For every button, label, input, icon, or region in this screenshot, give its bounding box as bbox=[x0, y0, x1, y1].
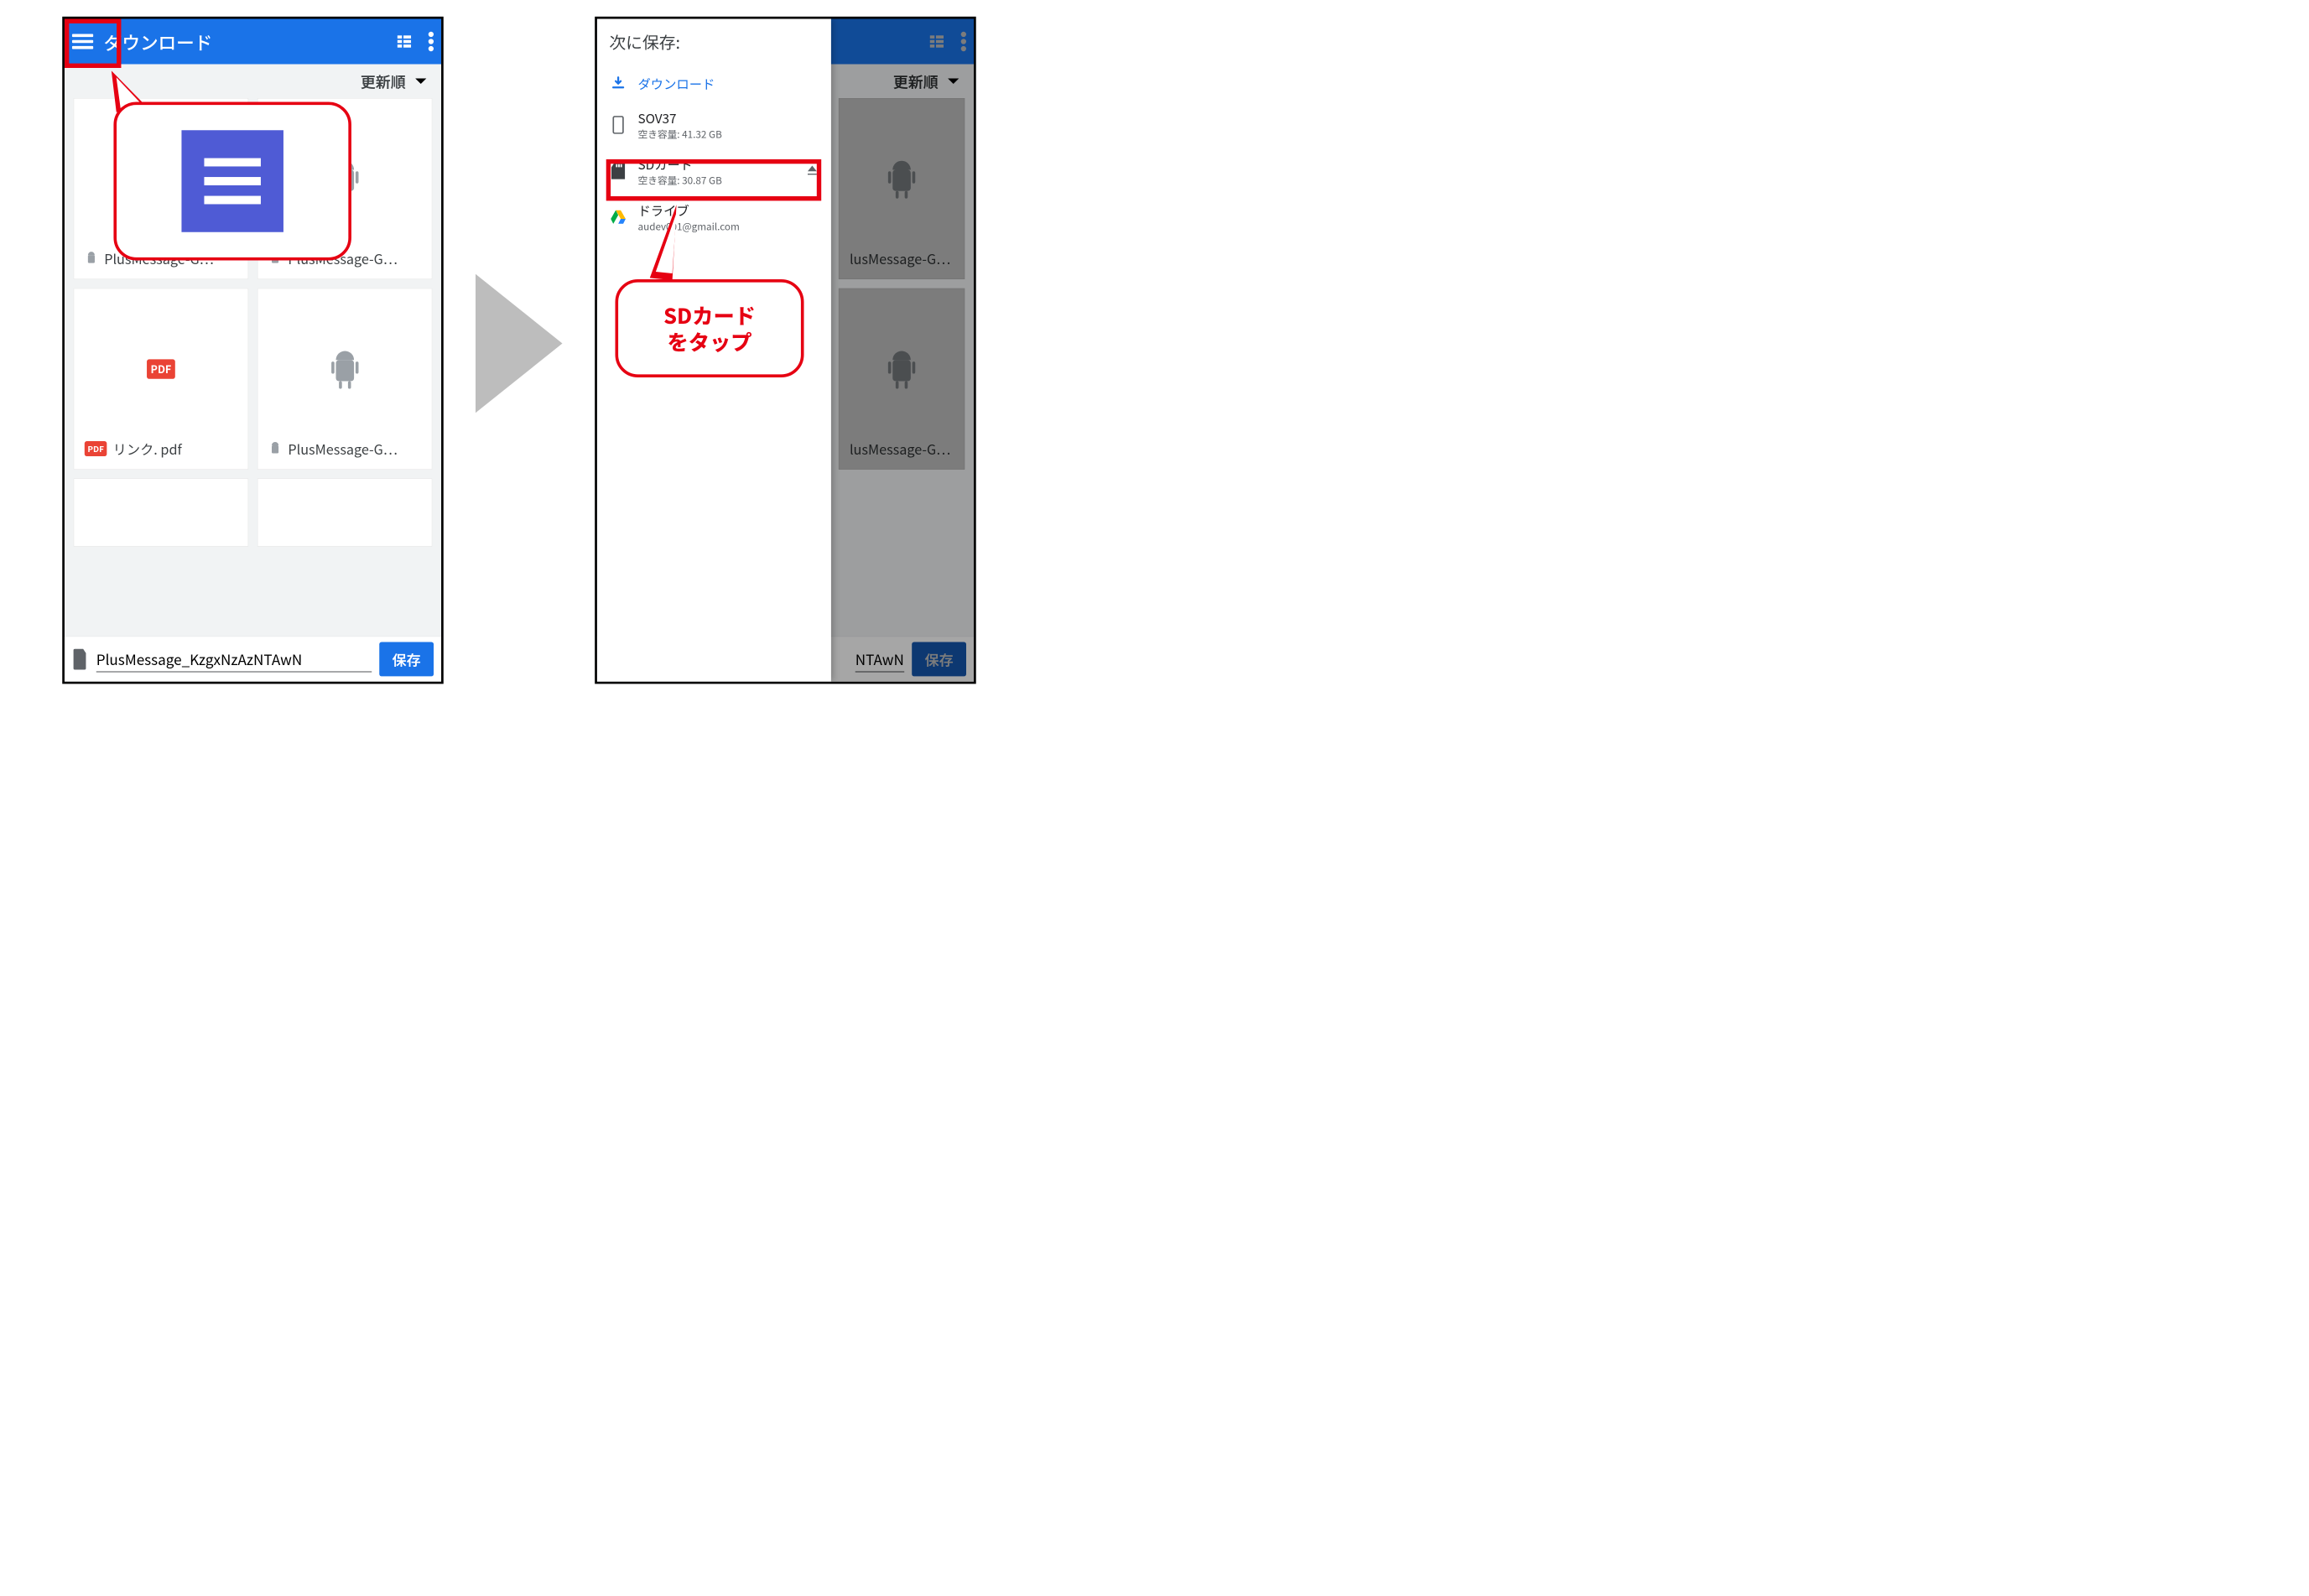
callout-sd-tap: SDカード をタップ bbox=[616, 279, 804, 377]
drawer-item-device[interactable]: SOV37 空き容量: 41.32 GB bbox=[597, 102, 831, 148]
filename-bar: PlusMessage_KzgxNzAzNTAwN 保存 bbox=[65, 637, 441, 682]
file-name: PlusMessage-G… bbox=[288, 439, 398, 458]
sort-row[interactable]: 更新順 bbox=[65, 65, 441, 99]
drawer-sublabel: 空き容量: 41.32 GB bbox=[638, 127, 722, 142]
drawer-sublabel: audev001@gmail.com bbox=[638, 219, 740, 233]
hamburger-icon-large bbox=[181, 130, 283, 232]
filename-input[interactable]: PlusMessage_KzgxNzAzNTAwN bbox=[96, 646, 372, 672]
phone-icon bbox=[612, 116, 624, 134]
file-tile[interactable]: PDF PDF リンク. pdf bbox=[74, 289, 248, 470]
file-name: リンク. pdf bbox=[113, 439, 182, 458]
android-icon bbox=[268, 441, 282, 457]
drawer-label: SOV37 bbox=[638, 109, 722, 127]
chevron-down-icon bbox=[413, 73, 429, 90]
file-tile[interactable] bbox=[257, 479, 432, 547]
drawer-item-drive[interactable]: ドライブ audev001@gmail.com bbox=[597, 194, 831, 240]
save-button[interactable]: 保存 bbox=[379, 642, 434, 676]
drawer-label: SDカード bbox=[638, 155, 722, 174]
eject-icon[interactable] bbox=[805, 164, 819, 179]
drawer-label: ダウンロード bbox=[638, 74, 715, 92]
callout-menu bbox=[113, 102, 351, 261]
file-tile[interactable] bbox=[74, 479, 248, 547]
step-arrow bbox=[476, 272, 563, 415]
hamburger-icon[interactable] bbox=[72, 34, 93, 49]
pdf-icon: PDF bbox=[85, 441, 107, 456]
nav-drawer: 次に保存: ダウンロード SOV37 空き bbox=[597, 19, 831, 682]
android-icon bbox=[326, 348, 362, 390]
drawer-title: 次に保存: bbox=[597, 19, 831, 65]
phone-left: ダウンロード 更新順 bbox=[62, 17, 444, 684]
pdf-icon: PDF bbox=[147, 359, 175, 378]
sort-label: 更新順 bbox=[361, 70, 406, 92]
download-icon bbox=[611, 75, 626, 91]
drawer-label: ドライブ bbox=[638, 200, 740, 219]
kebab-icon[interactable] bbox=[429, 32, 434, 51]
view-list-icon[interactable] bbox=[395, 33, 413, 51]
sd-card-icon bbox=[611, 163, 625, 179]
drawer-sublabel: 空き容量: 30.87 GB bbox=[638, 174, 722, 188]
document-icon bbox=[72, 648, 89, 669]
file-tile[interactable]: PlusMessage-G… bbox=[257, 289, 432, 470]
appbar: ダウンロード bbox=[65, 19, 441, 65]
android-icon bbox=[85, 251, 98, 267]
drawer-item-downloads[interactable]: ダウンロード bbox=[597, 65, 831, 102]
callout-text: SDカード をタップ bbox=[663, 302, 756, 355]
google-drive-icon bbox=[611, 211, 626, 224]
drawer-item-sdcard[interactable]: SDカード 空き容量: 30.87 GB bbox=[597, 148, 831, 194]
appbar-title: ダウンロード bbox=[104, 29, 385, 55]
phone-right: 更新順 lusMessage-G… bbox=[595, 17, 976, 684]
